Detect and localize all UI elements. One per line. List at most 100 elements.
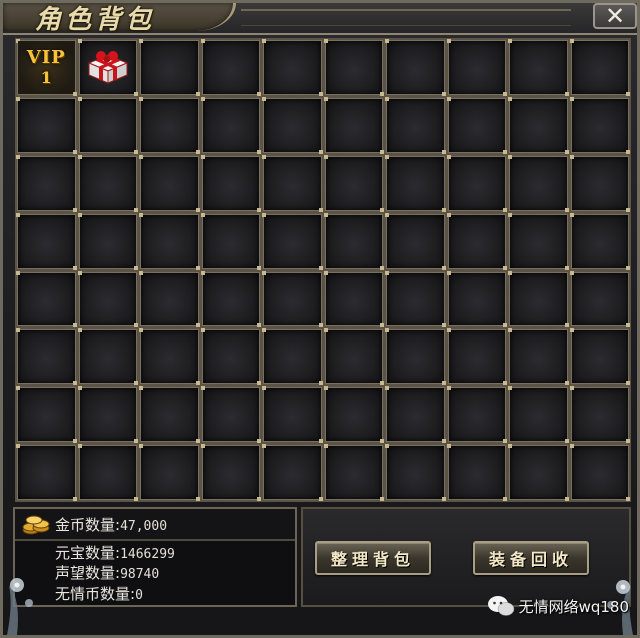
inventory-slot[interactable] — [77, 270, 138, 328]
inventory-slot[interactable] — [569, 212, 630, 270]
inventory-slot[interactable] — [385, 96, 445, 154]
inventory-slot[interactable] — [77, 154, 138, 212]
title-ornament — [241, 9, 571, 26]
inventory-slot[interactable] — [323, 270, 384, 328]
inventory-slot[interactable] — [139, 39, 199, 96]
inventory-slot[interactable] — [569, 96, 630, 154]
inventory-slot[interactable] — [446, 154, 507, 212]
gold-line: 金币数量:47,000 — [55, 514, 167, 535]
inventory-slot[interactable] — [446, 212, 507, 270]
prestige-value: 98740 — [120, 567, 160, 582]
wechat-icon — [487, 596, 514, 616]
inventory-slot[interactable] — [508, 386, 568, 443]
inventory-slot[interactable] — [77, 444, 138, 501]
inventory-slot[interactable] — [200, 154, 261, 212]
inventory-slot[interactable] — [446, 270, 507, 328]
inventory-slot[interactable] — [385, 444, 445, 501]
inventory-slot[interactable] — [16, 154, 76, 212]
inventory-slot[interactable] — [16, 444, 76, 501]
inventory-slot[interactable] — [200, 328, 261, 386]
yuanbao-line: 元宝数量:1466299 — [55, 542, 175, 563]
inventory-slot[interactable] — [385, 386, 445, 443]
inventory-slot[interactable] — [262, 154, 322, 212]
inventory-slot[interactable] — [200, 444, 261, 501]
inventory-slot[interactable] — [446, 96, 507, 154]
inventory-slot[interactable] — [77, 212, 138, 270]
inventory-slot[interactable] — [200, 386, 261, 443]
gold-value: 47,000 — [120, 519, 168, 534]
inventory-slot[interactable] — [385, 154, 445, 212]
close-icon: ✕ — [604, 2, 626, 30]
inventory-slot[interactable] — [323, 212, 384, 270]
inventory-slot[interactable] — [323, 444, 384, 501]
window-title: 角色背包 — [35, 5, 156, 35]
close-button[interactable]: ✕ — [593, 3, 637, 29]
inventory-slot[interactable] — [385, 328, 445, 386]
inventory-slot[interactable] — [385, 212, 445, 270]
inventory-slot[interactable] — [323, 154, 384, 212]
inventory-slot[interactable] — [77, 39, 138, 96]
inventory-slot[interactable] — [200, 270, 261, 328]
inventory-slot[interactable] — [200, 212, 261, 270]
inventory-slot[interactable] — [139, 270, 199, 328]
inventory-slot[interactable] — [16, 96, 76, 154]
inventory-slot[interactable] — [139, 444, 199, 501]
inventory-slot[interactable] — [569, 270, 630, 328]
inventory-slot[interactable] — [323, 386, 384, 443]
inventory-slot[interactable] — [200, 96, 261, 154]
inventory-slot[interactable] — [385, 270, 445, 328]
inventory-slot[interactable] — [139, 96, 199, 154]
yuanbao-value: 1466299 — [120, 547, 175, 562]
inventory-slot[interactable] — [16, 212, 76, 270]
inventory-slot[interactable] — [77, 328, 138, 386]
sort-bag-button[interactable]: 整理背包 — [315, 541, 431, 575]
inventory-slot[interactable] — [446, 328, 507, 386]
inventory-slot[interactable] — [16, 386, 76, 443]
inventory-slot[interactable] — [262, 39, 322, 96]
inventory-slot[interactable] — [139, 154, 199, 212]
inventory-slot[interactable] — [569, 386, 630, 443]
inventory-slot[interactable] — [77, 96, 138, 154]
inventory-slot[interactable] — [446, 39, 507, 96]
vip-badge[interactable]: VIP 1 — [18, 41, 75, 94]
inventory-slot[interactable] — [508, 270, 568, 328]
inventory-slot[interactable] — [262, 96, 322, 154]
recycle-equipment-button[interactable]: 装备回收 — [473, 541, 589, 575]
inventory-slot[interactable] — [508, 154, 568, 212]
inventory-slot[interactable] — [262, 444, 322, 501]
yuanbao-label: 元宝数量: — [55, 544, 121, 562]
inventory-slot[interactable] — [569, 328, 630, 386]
inventory-slot[interactable] — [323, 96, 384, 154]
inventory-slot[interactable] — [446, 444, 507, 501]
inventory-slot[interactable] — [139, 212, 199, 270]
inventory-slot[interactable] — [508, 212, 568, 270]
inventory-slot[interactable] — [508, 96, 568, 154]
inventory-slot[interactable] — [385, 39, 445, 96]
title-bar: 角色背包 ✕ — [3, 3, 637, 35]
inventory-grid: VIP 1 — [15, 38, 631, 502]
inventory-slot[interactable] — [139, 328, 199, 386]
inventory-slot[interactable] — [262, 270, 322, 328]
inventory-slot[interactable] — [262, 328, 322, 386]
inventory-slot[interactable] — [200, 39, 261, 96]
action-area: 整理背包 装备回收 — [301, 507, 631, 607]
inventory-slot[interactable] — [508, 39, 568, 96]
inventory-slot[interactable] — [77, 386, 138, 443]
watermark: 无情网络wq180 — [487, 595, 629, 617]
inventory-slot[interactable]: VIP 1 — [16, 39, 76, 96]
inventory-slot[interactable] — [323, 39, 384, 96]
inventory-slot[interactable] — [569, 39, 630, 96]
inventory-slot[interactable] — [262, 386, 322, 443]
inventory-slot[interactable] — [16, 328, 76, 386]
wuqing-label: 无情币数量: — [55, 585, 136, 603]
inventory-slot[interactable] — [569, 444, 630, 501]
inventory-slot[interactable] — [446, 386, 507, 443]
inventory-slot[interactable] — [569, 154, 630, 212]
inventory-slot[interactable] — [323, 328, 384, 386]
inventory-slot[interactable] — [262, 212, 322, 270]
inventory-slot[interactable] — [16, 270, 76, 328]
inventory-slot[interactable] — [139, 386, 199, 443]
gift-box-icon[interactable] — [85, 47, 131, 87]
inventory-slot[interactable] — [508, 328, 568, 386]
inventory-slot[interactable] — [508, 444, 568, 501]
